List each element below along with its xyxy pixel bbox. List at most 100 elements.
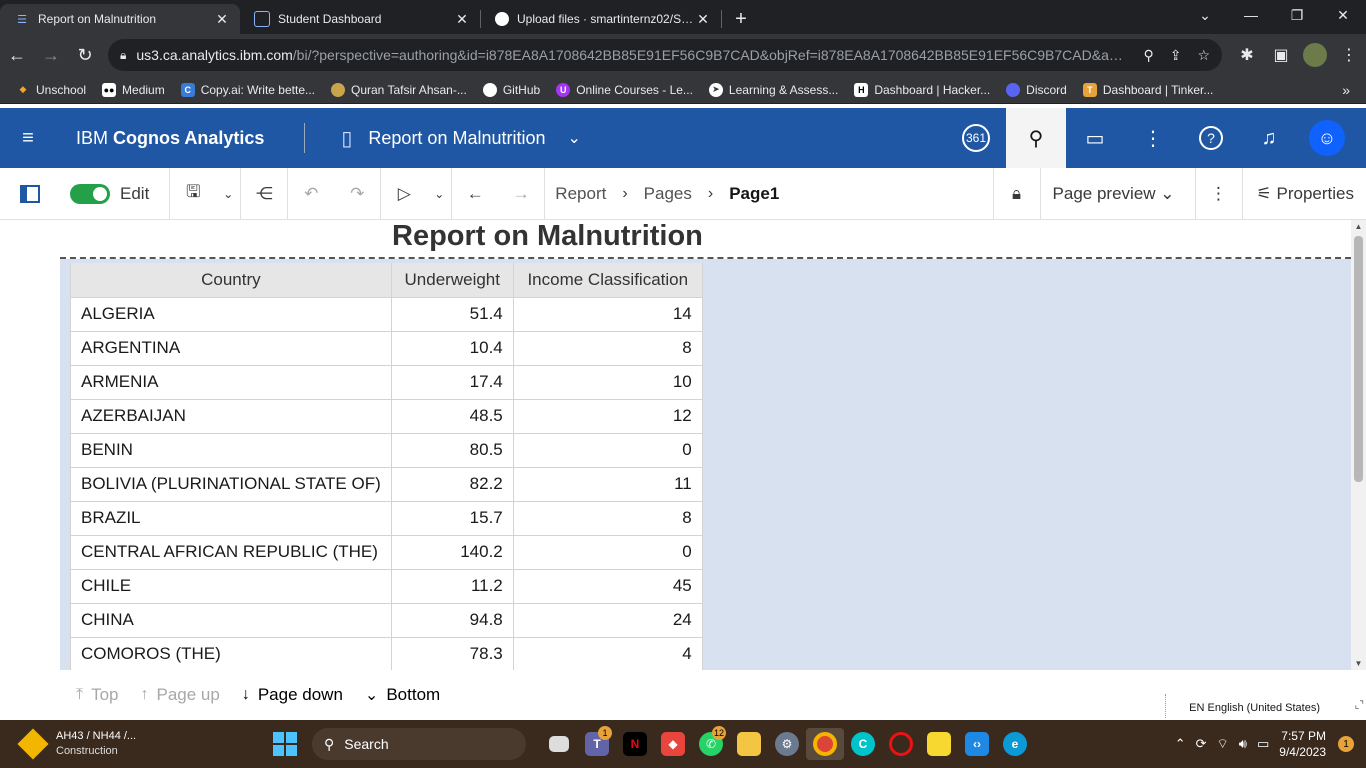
cell-country[interactable]: BRAZIL (70, 500, 392, 536)
bottom-button[interactable]: ⌄ Bottom (365, 685, 440, 705)
opera-icon[interactable] (882, 728, 920, 760)
app-red-icon[interactable]: ◆ (654, 728, 692, 760)
table-row[interactable]: AZERBAIJAN 48.5 12 (70, 398, 703, 434)
scroll-up-arrow-icon[interactable]: ▲ (1351, 222, 1366, 231)
user-badge[interactable]: 361 (962, 124, 990, 152)
back-button[interactable]: ← (0, 38, 34, 72)
chrome-icon[interactable] (806, 728, 844, 760)
report-title[interactable]: Report on Malnutrition (392, 220, 703, 253)
bookmark-quran[interactable]: Quran Tafsir Ahsan-... (331, 82, 467, 97)
scrollbar-thumb[interactable] (1354, 236, 1363, 482)
bookmark-star-icon[interactable]: ☆ (1197, 47, 1210, 64)
undo-icon[interactable]: ↶ (288, 168, 334, 220)
table-row[interactable]: CHINA 94.8 24 (70, 602, 703, 638)
page-down-button[interactable]: ↓ Page down (242, 685, 343, 705)
new-tab-button[interactable]: + (726, 4, 756, 34)
chevron-up-icon[interactable]: ⌃ (1175, 736, 1186, 752)
breadcrumb-report[interactable]: Report (555, 184, 606, 204)
cell-income[interactable]: 11 (512, 466, 703, 502)
bookmark-unschool[interactable]: ◆ Unschool (16, 83, 87, 97)
file-explorer-icon[interactable] (730, 728, 768, 760)
extensions-icon[interactable]: ✱ (1230, 38, 1264, 72)
cell-underweight[interactable]: 17.4 (390, 364, 514, 400)
sync-icon[interactable]: ⟳ (1196, 736, 1207, 752)
cell-income[interactable]: 4 (512, 636, 703, 670)
scroll-down-arrow-icon[interactable]: ▼ (1351, 659, 1366, 668)
more-options-icon[interactable]: ⋮ (1196, 168, 1242, 220)
resize-handle-icon[interactable]: ⌞⌝ (1355, 700, 1364, 711)
cell-underweight[interactable]: 82.2 (390, 466, 514, 502)
canva-icon[interactable]: C (844, 728, 882, 760)
browser-menu-icon[interactable]: ⋮ (1332, 38, 1366, 72)
table-row[interactable]: BENIN 80.5 0 (70, 432, 703, 468)
chevron-down-icon[interactable]: ⌄ (427, 168, 451, 220)
cell-underweight[interactable]: 140.2 (390, 534, 514, 570)
properties-button[interactable]: ⚟ Properties (1243, 184, 1366, 204)
cell-country[interactable]: CHILE (70, 568, 392, 604)
language-status[interactable]: EN English (United States) (1189, 702, 1320, 714)
edge-icon[interactable]: e (996, 728, 1034, 760)
run-icon[interactable]: ▷ (381, 168, 427, 220)
back-arrow-icon[interactable]: ← (452, 168, 498, 220)
windows-start-icon[interactable] (273, 732, 297, 756)
hamburger-menu-icon[interactable]: ≡ (0, 127, 56, 150)
settings-gear-icon[interactable]: ⚙ (768, 728, 806, 760)
page-up-button[interactable]: ↑ Page up (141, 685, 220, 705)
cell-country[interactable]: CHINA (70, 602, 392, 638)
cell-income[interactable]: 14 (512, 296, 703, 332)
tab-report-on-malnutrition[interactable]: ☰ Report on Malnutrition ✕ (0, 4, 240, 34)
top-button[interactable]: ⤒ Top (76, 685, 119, 705)
help-icon[interactable]: ? (1182, 108, 1240, 168)
bookmark-tinkercad[interactable]: T Dashboard | Tinker... (1082, 82, 1213, 97)
cell-underweight[interactable]: 78.3 (390, 636, 514, 670)
whatsapp-icon[interactable]: ✆ 12 (692, 726, 730, 760)
share-icon[interactable]: ⋲ (241, 168, 287, 220)
cell-country[interactable]: ALGERIA (70, 296, 392, 332)
taskbar-search[interactable]: ⚲ Search (312, 728, 526, 760)
cell-income[interactable]: 0 (512, 432, 703, 468)
notifications-bell-icon[interactable]: ♫ (1240, 108, 1298, 168)
sticky-notes-icon[interactable] (920, 728, 958, 760)
tab-upload-files[interactable]: Upload files · smartinternz02/SBS ✕ (481, 4, 721, 34)
reload-button[interactable]: ↻ (68, 38, 102, 72)
cell-underweight[interactable]: 15.7 (390, 500, 514, 536)
table-row[interactable]: COMOROS (THE) 78.3 4 (70, 636, 703, 670)
forward-arrow-icon[interactable]: → (498, 168, 544, 220)
cell-underweight[interactable]: 80.5 (390, 432, 514, 468)
cell-underweight[interactable]: 51.4 (390, 296, 514, 332)
vertical-scrollbar[interactable]: ▲ ▼ (1351, 220, 1366, 670)
search-icon[interactable]: ⚲ (1006, 108, 1066, 168)
more-bookmarks-icon[interactable]: » (1342, 82, 1350, 98)
cell-income[interactable]: 8 (512, 500, 703, 536)
cell-underweight[interactable]: 11.2 (390, 568, 514, 604)
forward-button[interactable]: → (34, 38, 68, 72)
cell-income[interactable]: 12 (512, 398, 703, 434)
cell-country[interactable]: ARGENTINA (70, 330, 392, 366)
table-row[interactable]: ARMENIA 17.4 10 (70, 364, 703, 400)
cell-underweight[interactable]: 94.8 (390, 602, 514, 638)
notification-count-badge[interactable]: 1 (1338, 736, 1354, 752)
page-preview-dropdown[interactable]: Page preview ⌄ (1041, 184, 1195, 204)
lock-icon[interactable]: 🔒︎ (120, 48, 126, 63)
table-row[interactable]: ALGERIA 51.4 14 (70, 296, 703, 332)
teams-icon[interactable]: T1 (578, 726, 616, 760)
chevron-down-icon[interactable]: ⌄ (216, 168, 240, 220)
cell-underweight[interactable]: 10.4 (390, 330, 514, 366)
volume-icon[interactable]: 🔊︎ (1239, 736, 1247, 752)
vscode-icon[interactable]: ‹› (958, 728, 996, 760)
netflix-icon[interactable]: N (616, 728, 654, 760)
bookmark-github[interactable]: GitHub (482, 82, 540, 97)
bookmark-medium[interactable]: ●● Medium (102, 82, 165, 97)
chevron-down-icon[interactable]: ⌄ (568, 128, 581, 148)
close-icon[interactable]: ✕ (214, 11, 230, 28)
cell-income[interactable]: 24 (512, 602, 703, 638)
cell-income[interactable]: 45 (512, 568, 703, 604)
more-options-icon[interactable]: ⋮ (1124, 108, 1182, 168)
bookmark-learning[interactable]: ➤ Learning & Assess... (708, 82, 838, 97)
cell-country[interactable]: BOLIVIA (PLURINATIONAL STATE OF) (70, 466, 392, 502)
close-icon[interactable]: ✕ (695, 11, 711, 28)
cell-income[interactable]: 0 (512, 534, 703, 570)
table-row[interactable]: CENTRAL AFRICAN REPUBLIC (THE) 140.2 0 (70, 534, 703, 570)
weather-widget[interactable]: AH43 / NH44 /... Construction (17, 728, 136, 760)
battery-icon[interactable]: ▭ (1257, 736, 1269, 752)
